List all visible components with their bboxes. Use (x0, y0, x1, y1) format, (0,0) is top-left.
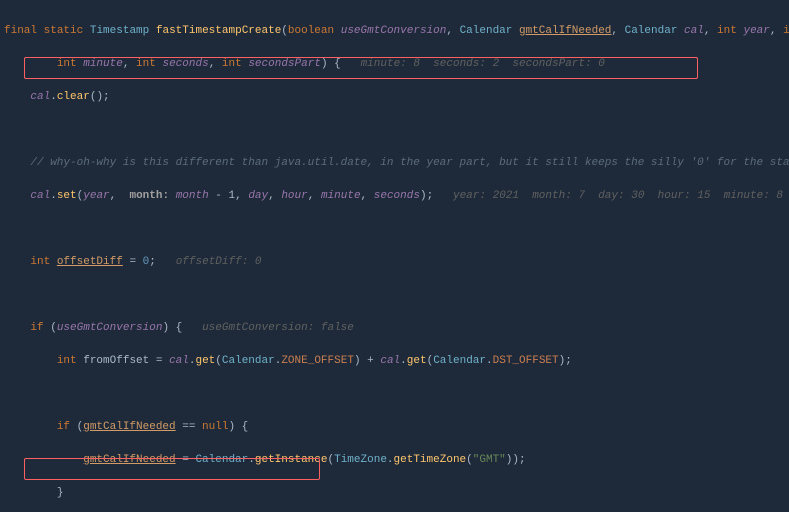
code-line (4, 221, 785, 238)
code-line (4, 287, 785, 304)
code-line: gmtCalIfNeeded = Calendar.getInstance(Ti… (4, 452, 785, 469)
code-line (4, 122, 785, 139)
code-line: int minute, int seconds, int secondsPart… (4, 56, 785, 73)
code-line (4, 386, 785, 403)
code-line: int offsetDiff = 0; offsetDiff: 0 (4, 254, 785, 271)
code-line: cal.set(year, month: month - 1, day, hou… (4, 188, 785, 205)
code-line: int fromOffset = cal.get(Calendar.ZONE_O… (4, 353, 785, 370)
code-line: cal.clear(); (4, 89, 785, 106)
code-editor[interactable]: final static Timestamp fastTimestampCrea… (0, 0, 789, 512)
code-line: if (gmtCalIfNeeded == null) { (4, 419, 785, 436)
code-line: // why-oh-why is this different than jav… (4, 155, 785, 172)
code-line: } (4, 485, 785, 502)
code-line: if (useGmtConversion) { useGmtConversion… (4, 320, 785, 337)
code-line: final static Timestamp fastTimestampCrea… (4, 23, 785, 40)
